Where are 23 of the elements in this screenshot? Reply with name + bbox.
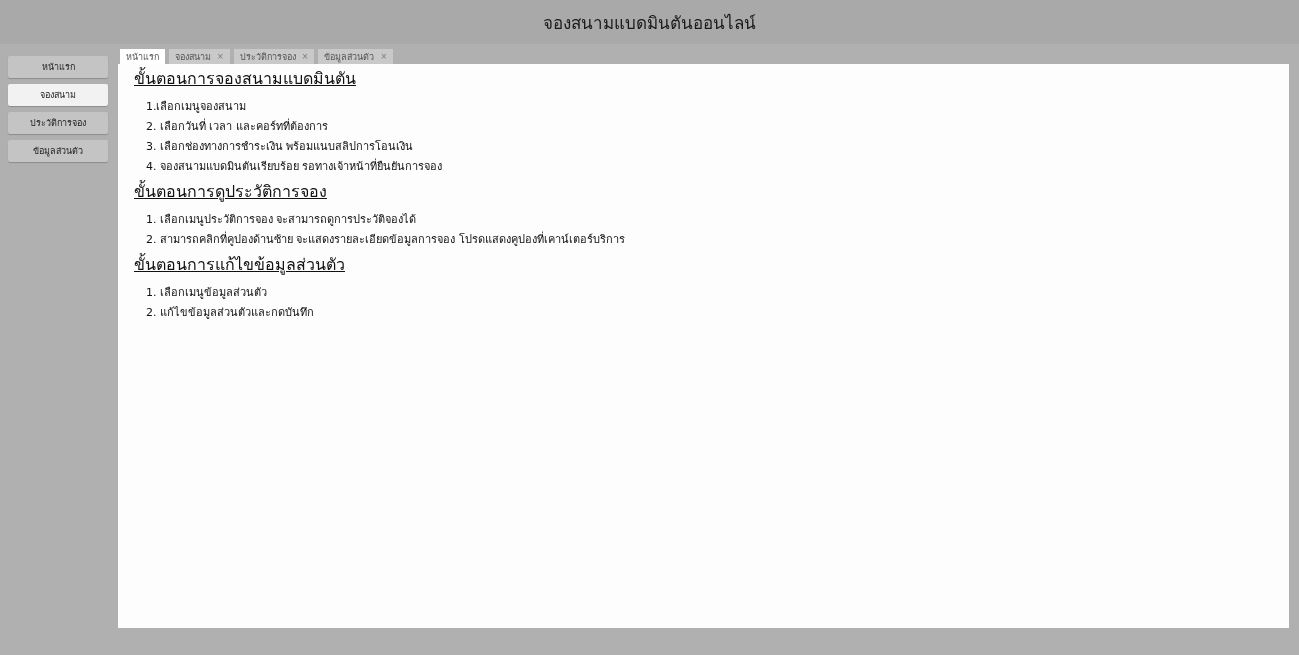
close-icon[interactable]: ×: [380, 52, 388, 61]
window-title: จองสนามแบดมินตันออนไลน์: [543, 11, 756, 35]
section-heading: ขั้นตอนการดูประวัติการจอง: [134, 179, 328, 204]
step-text: 2. สามารถคลิกที่คูปองด้านซ้าย จะแสดงรายละเอียดข้อมูลการจอง โปรดแสดงคูปองที่เคาน์เตอร์บริการ: [146, 230, 626, 248]
section-heading: ขั้นตอนการจองสนามแบดมินตัน: [134, 66, 357, 90]
tab[interactable]: ประวัติการจอง ×: [233, 49, 315, 64]
sidebar-item[interactable]: หน้าแรก: [8, 56, 108, 78]
step-text: 3. เลือกช่องทางการชำระเงิน พร้อมแนบสลิปการโอนเงิน: [146, 139, 415, 155]
step-text: 4. จองสนามแบดมินตันเรียบร้อย รอทางเจ้าหน้าที่ยืนยันการจอง: [146, 157, 444, 175]
step-text: 2. แก้ไขข้อมูลส่วนตัวและกดบันทึก: [146, 305, 315, 321]
sidebar-item[interactable]: จองสนาม: [8, 84, 108, 106]
step-text: 1.เลือกเมนูจองสนาม: [146, 99, 248, 115]
close-icon[interactable]: ×: [217, 52, 224, 61]
tab[interactable]: จองสนาม ×: [169, 49, 230, 64]
step-text: 2. เลือกวันที่ เวลา และคอร์ทที่ต้องการ: [146, 117, 329, 135]
step-text: 1. เลือกเมนูประวัติการจอง จะสามารถดูการประวัติจองได้: [146, 212, 418, 228]
sidebar-item[interactable]: ประวัติการจอง: [8, 112, 108, 134]
close-icon[interactable]: ×: [301, 52, 309, 61]
sidebar-item[interactable]: ข้อมูลส่วนตัว: [8, 140, 108, 162]
section-heading: ขั้นตอนการแก้ไขข้อมูลส่วนตัว: [134, 252, 346, 277]
tab[interactable]: หน้าแรก: [120, 49, 165, 64]
step-text: 1. เลือกเมนูข้อมูลส่วนตัว: [146, 285, 268, 301]
tab[interactable]: ข้อมูลส่วนตัว ×: [318, 49, 394, 64]
